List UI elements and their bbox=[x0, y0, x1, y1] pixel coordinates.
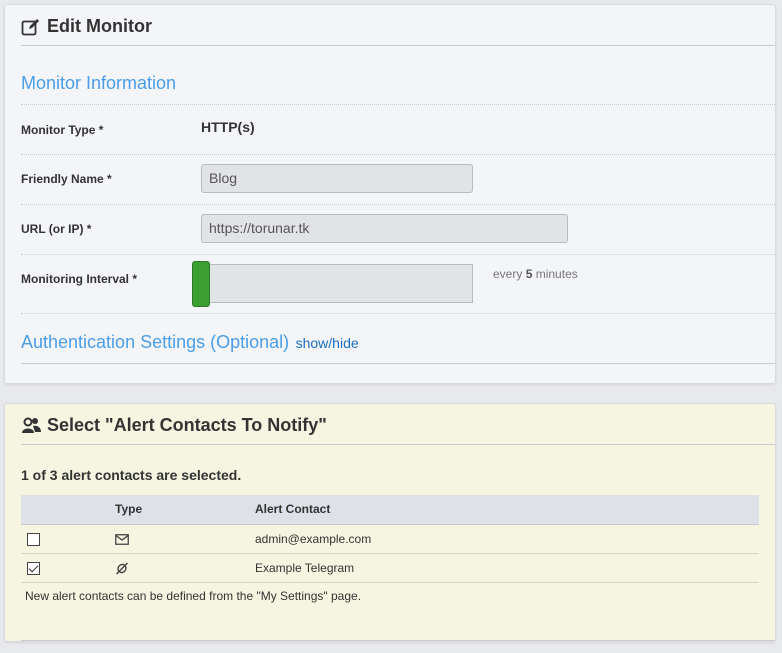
table-header-row: Type Alert Contact bbox=[21, 495, 759, 525]
monitor-type-row: Monitor Type * HTTP(s) bbox=[21, 105, 775, 155]
interval-label: Monitoring Interval * bbox=[21, 272, 138, 286]
column-header-check bbox=[21, 495, 115, 525]
url-label: URL (or IP) * bbox=[21, 222, 92, 236]
auth-section: Authentication Settings (Optional) show/… bbox=[21, 332, 775, 364]
auth-heading: Authentication Settings (Optional) bbox=[21, 332, 290, 352]
edit-monitor-panel: Edit Monitor Monitor Information Monitor… bbox=[4, 4, 776, 384]
alert-contacts-header: Select "Alert Contacts To Notify" bbox=[21, 414, 775, 445]
interval-prefix: every bbox=[493, 267, 523, 281]
selection-summary: 1 of 3 alert contacts are selected. bbox=[21, 467, 242, 483]
users-icon bbox=[21, 416, 43, 436]
friendly-name-field[interactable]: Blog bbox=[201, 164, 473, 193]
interval-slider-track[interactable] bbox=[193, 264, 473, 303]
edit-monitor-header: Edit Monitor bbox=[21, 15, 775, 46]
monitor-type-label: Monitor Type * bbox=[21, 123, 104, 137]
url-field[interactable]: https://torunar.tk bbox=[201, 214, 568, 243]
column-header-type[interactable]: Type bbox=[115, 495, 255, 525]
contact-name: Example Telegram bbox=[255, 553, 759, 583]
alert-contacts-table: Type Alert Contact admin@example.com Exa… bbox=[21, 495, 759, 611]
alert-contacts-panel: Select "Alert Contacts To Notify" 1 of 3… bbox=[4, 403, 776, 642]
column-header-contact[interactable]: Alert Contact bbox=[255, 495, 759, 525]
auth-show-hide-link[interactable]: show/hide bbox=[296, 335, 359, 351]
telegram-icon bbox=[115, 560, 129, 575]
envelope-icon bbox=[115, 532, 129, 546]
friendly-name-label: Friendly Name * bbox=[21, 172, 112, 186]
monitor-info-heading: Monitor Information bbox=[21, 73, 177, 93]
contact-checkbox[interactable] bbox=[27, 532, 40, 546]
interval-value: 5 bbox=[525, 267, 533, 281]
table-row: Example Telegram bbox=[21, 553, 759, 583]
table-row: admin@example.com bbox=[21, 524, 759, 554]
monitor-type-value: HTTP(s) bbox=[201, 119, 255, 135]
monitor-info-section: Monitor Information bbox=[21, 73, 775, 105]
interval-unit: minutes bbox=[535, 267, 578, 281]
edit-icon bbox=[21, 17, 43, 37]
table-note-row: New alert contacts can be defined from t… bbox=[21, 582, 759, 611]
page-title: Edit Monitor bbox=[47, 16, 152, 36]
contacts-note: New alert contacts can be defined from t… bbox=[25, 588, 362, 603]
interval-slider-handle[interactable] bbox=[192, 261, 210, 307]
interval-readout: every 5 minutes bbox=[493, 267, 578, 281]
panel-divider bbox=[21, 640, 775, 641]
alert-contacts-title: Select "Alert Contacts To Notify" bbox=[47, 415, 327, 435]
contact-checkbox[interactable] bbox=[27, 561, 40, 575]
contact-name: admin@example.com bbox=[255, 524, 759, 554]
